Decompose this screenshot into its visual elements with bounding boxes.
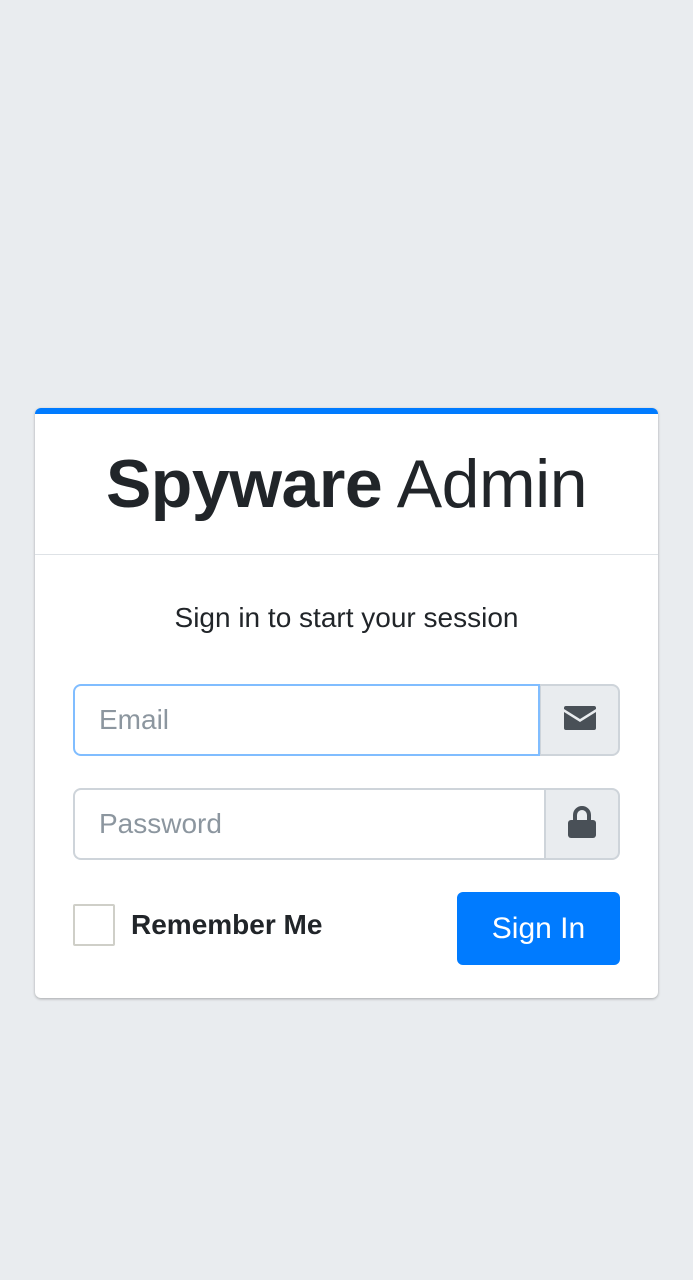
sign-in-button[interactable]: Sign In bbox=[457, 892, 620, 965]
email-input-group bbox=[73, 684, 620, 756]
brand-logo: Spyware Admin bbox=[106, 450, 588, 518]
remember-me-checkbox[interactable] bbox=[73, 904, 115, 946]
remember-me[interactable]: Remember Me bbox=[73, 904, 322, 946]
brand-name-bold: Spyware bbox=[105, 446, 383, 522]
brand-name-light: Admin bbox=[396, 446, 588, 522]
password-input[interactable] bbox=[73, 788, 544, 860]
login-subtitle: Sign in to start your session bbox=[174, 602, 519, 633]
lock-icon bbox=[568, 805, 596, 843]
email-addon bbox=[540, 684, 620, 756]
password-addon bbox=[544, 788, 620, 860]
password-input-group bbox=[73, 788, 620, 860]
login-card-header: Spyware Admin bbox=[35, 414, 658, 555]
email-input[interactable] bbox=[73, 684, 540, 756]
envelope-icon bbox=[563, 705, 596, 735]
remember-me-label[interactable]: Remember Me bbox=[131, 909, 322, 941]
login-card: Spyware Admin Sign in to start your sess… bbox=[35, 408, 658, 998]
